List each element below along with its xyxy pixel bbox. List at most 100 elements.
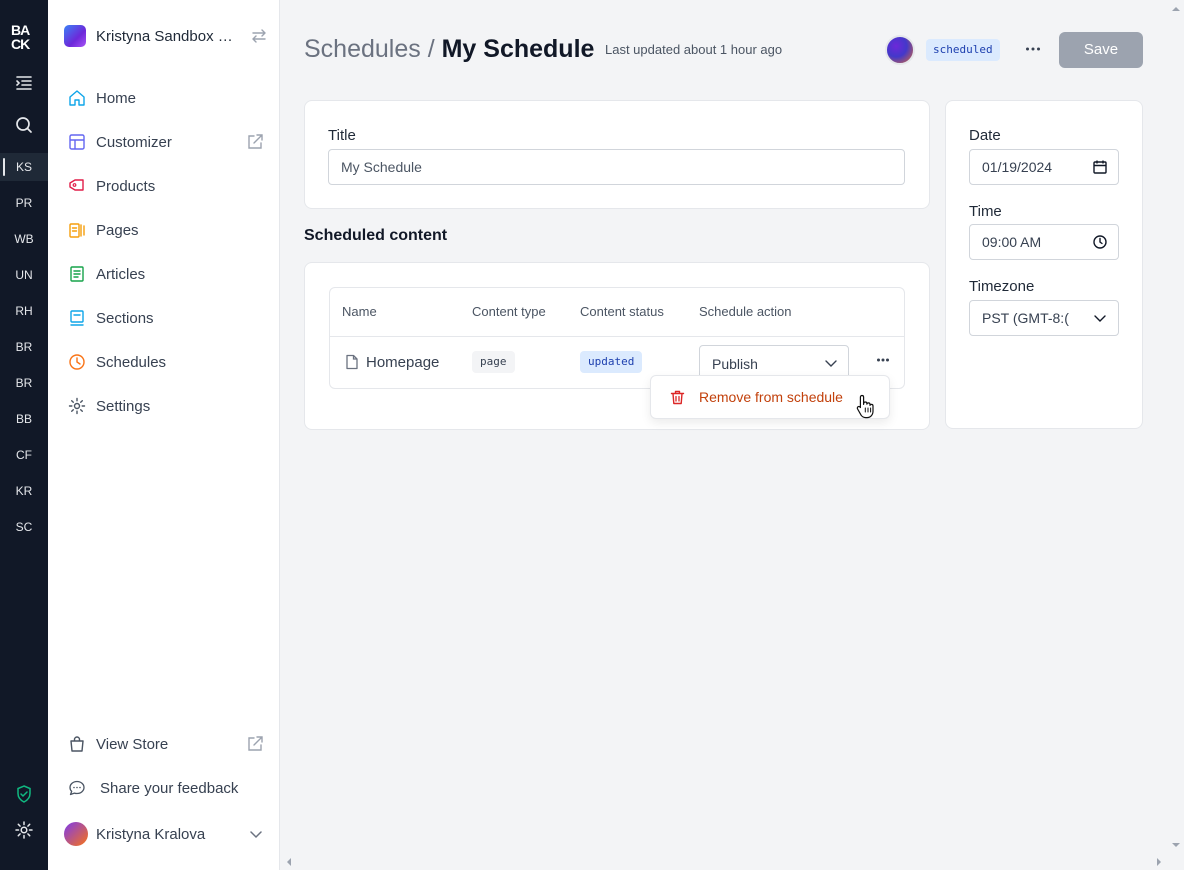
workspace-bb[interactable]: BB [0, 405, 48, 433]
avatar[interactable] [885, 35, 915, 65]
column-header-schedule-action: Schedule action [699, 304, 792, 319]
nav-articles-label: Articles [96, 265, 146, 283]
store-name: Kristyna Sandbox S... [96, 27, 238, 45]
user-menu[interactable]: Kristyna Kralova [64, 820, 264, 848]
workspace-kr[interactable]: KR [0, 477, 48, 505]
nav-home-label: Home [96, 89, 137, 107]
trash-icon [670, 390, 685, 404]
pages-icon [69, 223, 85, 238]
feedback-link[interactable]: Share your feedback [68, 772, 264, 804]
nav-pages-label: Pages [96, 221, 139, 239]
content-status-badge: updated [580, 351, 643, 373]
workspace-wb[interactable]: WB [0, 225, 48, 253]
nav-home[interactable]: Home [68, 82, 264, 114]
date-value: 01/19/2024 [982, 159, 1053, 175]
document-icon [346, 354, 358, 370]
nav-settings[interactable]: Settings [68, 390, 264, 422]
workspace-pr[interactable]: PR [0, 189, 48, 217]
date-label: Date [969, 127, 1001, 144]
clock-icon[interactable] [1092, 234, 1108, 250]
workspace-sc[interactable]: SC [0, 513, 48, 541]
scroll-up-arrow-icon[interactable] [1171, 4, 1181, 14]
nav-products-label: Products [96, 177, 156, 195]
nav-sections[interactable]: Sections [68, 302, 264, 334]
clock-icon [69, 354, 85, 370]
more-options-icon[interactable] [1022, 38, 1044, 60]
app-logo[interactable]: BA CK [10, 22, 38, 52]
row-more-options-icon[interactable] [875, 352, 891, 368]
nav-schedules-label: Schedules [96, 353, 167, 371]
search-icon[interactable] [14, 115, 34, 135]
main-content: Schedules / My Schedule Last updated abo… [280, 0, 1168, 854]
horizontal-scrollbar[interactable] [280, 854, 1184, 870]
sidebar: Kristyna Sandbox S... Home Customizer Pr… [48, 0, 280, 870]
workspace-br[interactable]: BR [0, 333, 48, 361]
user-name: Kristyna Kralova [96, 825, 206, 843]
row-name[interactable]: Homepage [366, 354, 439, 371]
schedule-action-value: Publish [712, 356, 758, 372]
svg-text:CK: CK [11, 36, 30, 52]
chevron-down-icon [1094, 315, 1106, 322]
avatar [64, 822, 88, 846]
workspace-ks[interactable]: KS [0, 153, 48, 181]
external-link-icon[interactable] [246, 735, 264, 753]
layout-icon [69, 134, 85, 150]
scheduled-content-heading: Scheduled content [304, 227, 448, 244]
column-header-content-status: Content status [580, 304, 664, 319]
workspace-br-2[interactable]: BR [0, 369, 48, 397]
chevron-down-icon [250, 831, 262, 839]
nav-customizer-label: Customizer [96, 133, 172, 151]
nav-products[interactable]: Products [68, 170, 264, 202]
nav-customizer[interactable]: Customizer [68, 126, 264, 158]
breadcrumb-schedules[interactable]: Schedules / [304, 35, 435, 63]
articles-icon [70, 266, 84, 282]
workspace-rail: BA CK KS PR WB UN RH BR BR BB CF KR SC [0, 0, 48, 870]
view-store-link[interactable]: View Store [68, 728, 264, 760]
column-header-content-type: Content type [472, 304, 546, 319]
timezone-value: PST (GMT-8:( [982, 310, 1069, 326]
logo-mark: BA CK [11, 22, 31, 52]
time-input[interactable]: 09:00 AM [969, 224, 1119, 260]
feedback-label: Share your feedback [100, 779, 239, 797]
nav-schedules[interactable]: Schedules [68, 346, 264, 378]
scroll-down-arrow-icon[interactable] [1171, 840, 1181, 850]
store-logo [64, 25, 86, 47]
external-link-icon[interactable] [246, 133, 264, 151]
remove-from-schedule-menu-item[interactable]: Remove from schedule [657, 381, 883, 413]
calendar-icon[interactable] [1092, 159, 1108, 175]
title-input[interactable]: My Schedule [328, 149, 905, 185]
collapse-menu-icon[interactable] [14, 73, 34, 93]
shield-check-icon[interactable] [14, 784, 34, 804]
title-label: Title [328, 127, 356, 144]
status-badge: scheduled [926, 39, 1000, 61]
nav-sections-label: Sections [96, 309, 154, 327]
scroll-right-arrow-icon[interactable] [1154, 857, 1164, 867]
tag-icon [69, 179, 84, 191]
last-updated-text: Last updated about 1 hour ago [605, 42, 783, 57]
nav-settings-label: Settings [96, 397, 151, 415]
scroll-left-arrow-icon[interactable] [284, 857, 294, 867]
workspace-un[interactable]: UN [0, 261, 48, 289]
time-label: Time [969, 203, 1002, 220]
gear-icon[interactable] [14, 820, 34, 840]
content-type-badge: page [472, 351, 515, 373]
date-input[interactable]: 01/19/2024 [969, 149, 1119, 185]
vertical-scrollbar[interactable] [1168, 0, 1184, 854]
gear-icon [68, 397, 86, 415]
row-actions-menu: Remove from schedule [650, 375, 890, 419]
home-icon [69, 90, 85, 106]
chevron-down-icon [825, 360, 837, 367]
workspace-rh[interactable]: RH [0, 297, 48, 325]
store-switcher[interactable]: Kristyna Sandbox S... [64, 22, 268, 50]
swap-arrows-icon[interactable] [250, 27, 268, 45]
table-divider [330, 336, 904, 337]
chat-bubble-icon [69, 780, 85, 796]
hand-cursor-icon [856, 394, 874, 419]
nav-articles[interactable]: Articles [68, 258, 264, 290]
save-button[interactable]: Save [1059, 32, 1143, 68]
workspace-cf[interactable]: CF [0, 441, 48, 469]
timezone-select[interactable]: PST (GMT-8:( [969, 300, 1119, 336]
scheduled-content-table: Name Content type Content status Schedul… [329, 287, 905, 389]
page-title: Schedules / My Schedule [304, 35, 594, 64]
nav-pages[interactable]: Pages [68, 214, 264, 246]
